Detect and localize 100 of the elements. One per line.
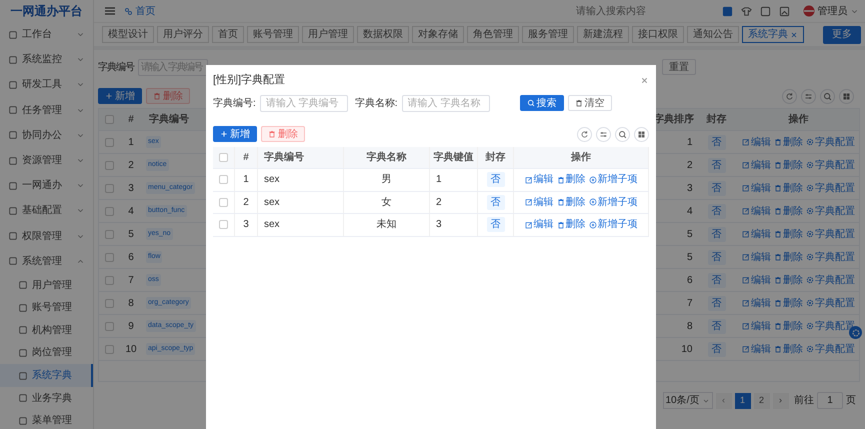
grid-button[interactable] <box>839 88 854 104</box>
search-field[interactable]: 请输入 字典名称 <box>402 94 490 112</box>
action-link[interactable]: 删除 <box>774 296 803 310</box>
fullscreen-icon[interactable] <box>760 6 771 16</box>
reset-button[interactable]: 重置 <box>662 59 696 75</box>
tab[interactable]: 新建流程 <box>577 26 629 43</box>
tab[interactable]: 服务管理 <box>522 26 574 43</box>
menu-button[interactable] <box>104 5 116 17</box>
action-link[interactable]: 删除 <box>774 134 803 150</box>
action-link[interactable]: 删除 <box>774 318 803 334</box>
action-link[interactable]: 编辑 <box>742 272 771 288</box>
page-button[interactable]: 2 <box>754 392 770 408</box>
action-link[interactable]: 编辑 <box>742 318 771 334</box>
action-link[interactable]: 编辑 <box>742 226 771 242</box>
row-checkbox[interactable] <box>104 322 114 330</box>
sidebar-subitem[interactable]: 机构管理 <box>0 319 93 342</box>
row-checkbox[interactable] <box>219 198 228 207</box>
action-link[interactable]: 新增子项 <box>588 172 638 188</box>
row-checkbox[interactable] <box>104 344 114 354</box>
action-link[interactable]: 删除 <box>556 172 586 188</box>
search-button[interactable] <box>615 126 630 142</box>
more-button[interactable]: 更多 <box>823 26 861 44</box>
sidebar-item[interactable]: 工作台 <box>0 22 93 48</box>
clear-button[interactable]: 清空 <box>568 95 612 111</box>
action-link[interactable]: 字典配置 <box>806 180 855 196</box>
sidebar-item[interactable]: 研发工具 <box>0 72 93 98</box>
sidebar-item[interactable]: 基础配置 <box>0 198 93 224</box>
tab[interactable]: 模型设计 <box>102 26 154 43</box>
delete-button[interactable]: 删除 <box>261 126 305 142</box>
sidebar-subitem[interactable]: 用户管理 <box>0 274 93 296</box>
row-checkbox[interactable] <box>104 138 114 146</box>
tab[interactable]: 数据权限 <box>357 26 409 43</box>
action-link[interactable]: 删除 <box>774 226 803 242</box>
sidebar-item[interactable]: 系统监控 <box>0 47 93 72</box>
tab[interactable]: 账号管理 <box>247 26 299 43</box>
close-button[interactable] <box>640 76 649 84</box>
page-input[interactable]: 1 <box>817 392 843 409</box>
row-checkbox[interactable] <box>219 175 228 184</box>
action-link[interactable]: 字典配置 <box>806 272 855 288</box>
row-checkbox[interactable] <box>219 220 228 230</box>
action-link[interactable]: 编辑 <box>524 217 554 232</box>
add-button[interactable]: 新增 <box>98 88 142 104</box>
action-link[interactable]: 字典配置 <box>806 226 855 242</box>
search-field[interactable]: 请输入 字典编号 <box>260 94 348 112</box>
action-link[interactable]: 编辑 <box>524 194 554 210</box>
sidebar-item[interactable]: 一网通办 <box>0 173 93 198</box>
sidebar-subitem[interactable]: 菜单管理 <box>0 409 93 429</box>
action-link[interactable]: 删除 <box>774 250 803 264</box>
action-link[interactable]: 删除 <box>556 194 586 210</box>
action-link[interactable]: 删除 <box>556 217 586 232</box>
row-checkbox[interactable] <box>104 206 114 216</box>
row-checkbox[interactable] <box>104 252 114 262</box>
tab[interactable]: 用户管理 <box>302 26 354 43</box>
search-field[interactable]: 请输入搜索内容 <box>574 2 654 20</box>
grid-button[interactable] <box>634 126 649 142</box>
action-link[interactable]: 删除 <box>774 342 803 356</box>
next-page-button[interactable]: › <box>772 392 788 408</box>
action-link[interactable]: 编辑 <box>742 134 771 150</box>
sidebar-subitem[interactable]: 账号管理 <box>0 296 93 320</box>
sidebar-item[interactable]: 任务管理 <box>0 98 93 123</box>
sidebar-item[interactable]: 系统管理 <box>0 248 93 274</box>
sidebar-item[interactable]: 协同办公 <box>0 122 93 148</box>
sidebar-subitem[interactable]: 系统字典 <box>0 364 93 387</box>
tab[interactable]: 接口权限 <box>632 26 684 43</box>
action-link[interactable]: 编辑 <box>742 342 771 356</box>
action-link[interactable]: 字典配置 <box>806 158 855 172</box>
refresh-button[interactable] <box>577 126 592 142</box>
row-checkbox[interactable] <box>104 184 114 192</box>
search-button[interactable] <box>820 88 835 104</box>
row-checkbox[interactable] <box>104 230 114 238</box>
tab[interactable]: 对象存储 <box>412 26 464 43</box>
action-link[interactable]: 删除 <box>774 158 803 172</box>
row-checkbox[interactable] <box>104 276 114 284</box>
home-link[interactable]: 首页 <box>124 4 156 18</box>
tab[interactable]: 首页 <box>212 26 244 43</box>
action-link[interactable]: 删除 <box>774 204 803 218</box>
tab[interactable]: 系统字典 <box>742 26 804 43</box>
action-link[interactable]: 字典配置 <box>806 204 855 218</box>
refresh-button[interactable] <box>782 88 797 104</box>
checkbox[interactable] <box>104 115 114 124</box>
add-button[interactable]: 新增 <box>213 126 257 142</box>
checkbox[interactable] <box>219 153 228 162</box>
action-link[interactable]: 字典配置 <box>806 250 855 264</box>
page-size-select[interactable]: 10条/页 <box>662 392 712 409</box>
prev-page-button[interactable]: ‹ <box>716 392 732 408</box>
action-link[interactable]: 删除 <box>774 272 803 288</box>
action-link[interactable]: 删除 <box>774 180 803 196</box>
row-checkbox[interactable] <box>104 298 114 308</box>
tab[interactable]: 用户评分 <box>157 26 209 43</box>
action-link[interactable]: 新增子项 <box>588 217 638 232</box>
action-link[interactable]: 编辑 <box>742 250 771 264</box>
tab[interactable]: 角色管理 <box>467 26 519 43</box>
action-link[interactable]: 编辑 <box>524 172 554 188</box>
action-link[interactable]: 编辑 <box>742 296 771 310</box>
square-icon[interactable] <box>722 6 733 16</box>
sidebar-item[interactable]: 权限管理 <box>0 224 93 249</box>
sidebar-subitem[interactable]: 岗位管理 <box>0 342 93 364</box>
row-checkbox[interactable] <box>104 160 114 170</box>
action-link[interactable]: 编辑 <box>742 180 771 196</box>
columns-button[interactable] <box>596 126 611 142</box>
